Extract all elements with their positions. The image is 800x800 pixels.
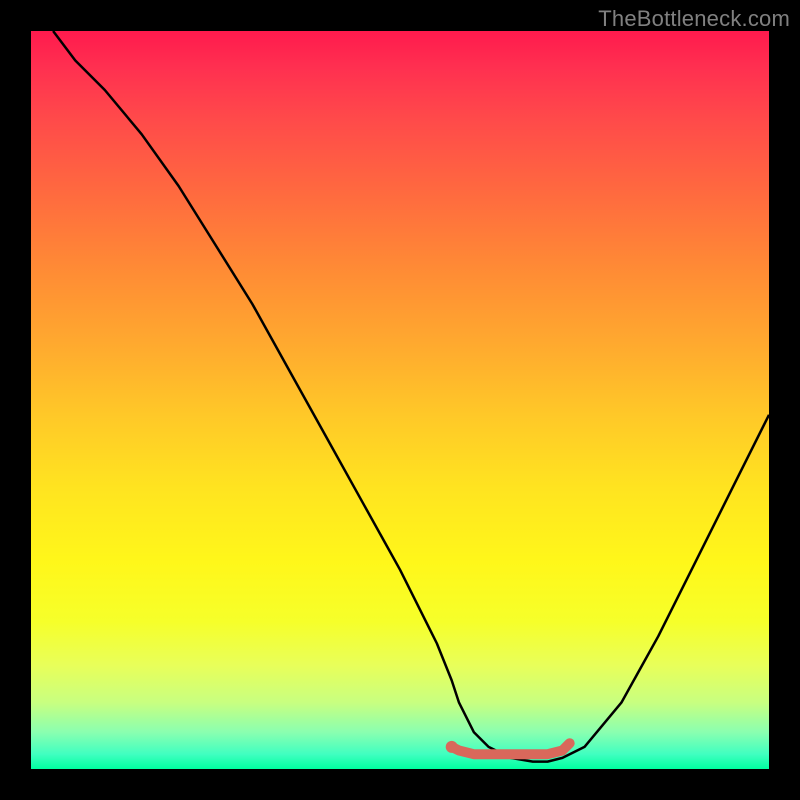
plot-area — [31, 31, 769, 769]
chart-frame: TheBottleneck.com — [0, 0, 800, 800]
watermark-text: TheBottleneck.com — [598, 6, 790, 32]
chart-svg — [31, 31, 769, 769]
highlight-dot — [446, 741, 458, 753]
highlight-segment — [452, 743, 570, 754]
main-curve — [53, 31, 769, 762]
